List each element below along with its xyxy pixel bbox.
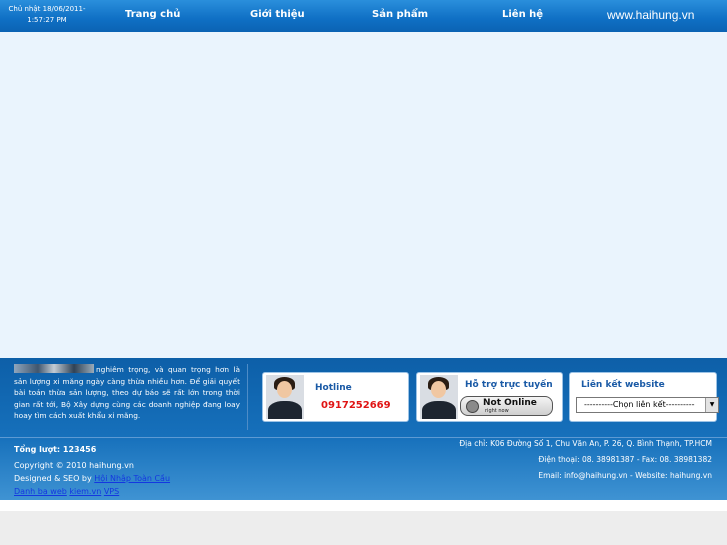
hotline-box: Hotline 0917252669 [262, 372, 409, 422]
online-support-title: Hỗ trợ trực tuyến [465, 380, 553, 390]
footer-address: Địa chỉ: K06 Đường Số 1, Chu Văn An, P. … [459, 439, 712, 448]
link-vps[interactable]: VPS [104, 487, 119, 496]
select-value: ----------Chọn liên kết---------- [584, 400, 695, 409]
copyright: Copyright © 2010 haihung.vn [14, 461, 134, 470]
nav-products[interactable]: Sản phẩm [372, 9, 428, 20]
designed-by: Designed & SEO by Hội Nhập Toàn Cầu [14, 474, 170, 483]
nav-about[interactable]: Giới thiệu [250, 9, 305, 20]
chat-status-button[interactable]: Not Online right now [460, 396, 553, 416]
top-nav-bar: Chủ nhật 18/06/2011- 1:57:27 PM Trang ch… [0, 0, 727, 32]
nav-home[interactable]: Trang chủ [125, 9, 180, 20]
designer-link[interactable]: Hội Nhập Toàn Cầu [94, 474, 170, 483]
datetime-time: 1:57:27 PM [27, 16, 67, 24]
hotline-number: 0917252669 [321, 400, 391, 411]
support-avatar [420, 375, 458, 419]
status-subtext: right now [485, 408, 509, 414]
website-links-title: Liên kết website [581, 380, 665, 390]
news-thumbnail[interactable] [14, 364, 94, 373]
chevron-down-icon[interactable]: ▼ [705, 398, 718, 412]
hotline-title: Hotline [315, 383, 352, 393]
support-avatar [266, 375, 304, 419]
intro-news: nghiêm trọng, và quan trọng hơn là sản l… [14, 364, 240, 422]
main-content-area [0, 32, 727, 358]
footer-links: Danh bạ web kiem.vn VPS [14, 487, 119, 496]
website-link-select[interactable]: ----------Chọn liên kết---------- ▼ [576, 397, 719, 413]
designed-by-label: Designed & SEO by [14, 474, 92, 483]
page-bottom-margin [0, 500, 727, 511]
nav-contact[interactable]: Liên hệ [502, 9, 543, 20]
online-support-box: Hỗ trợ trực tuyến Not Online right now [416, 372, 563, 422]
site-domain[interactable]: www.haihung.vn [607, 8, 694, 22]
intro-text: nghiêm trọng, và quan trọng hơn là sản l… [14, 365, 240, 420]
messenger-status-icon [466, 400, 479, 413]
vertical-divider [247, 364, 248, 430]
visit-counter: Tổng lượt: 123456 [14, 445, 97, 454]
datetime-date: Chủ nhật 18/06/2011- [8, 5, 86, 13]
status-text: Not Online [483, 398, 537, 408]
footer-divider [0, 437, 727, 438]
datetime: Chủ nhật 18/06/2011- 1:57:27 PM [4, 4, 90, 26]
link-web-directory[interactable]: Danh bạ web [14, 487, 67, 496]
footer-email: Email: info@haihung.vn - Website: haihun… [538, 471, 712, 480]
website-links-box: Liên kết website ----------Chọn liên kết… [569, 372, 719, 422]
page-bottom-bar [0, 511, 727, 545]
link-kiem[interactable]: kiem.vn [69, 487, 101, 496]
footer-phone: Điện thoại: 08. 38981387 - Fax: 08. 3898… [538, 455, 712, 464]
